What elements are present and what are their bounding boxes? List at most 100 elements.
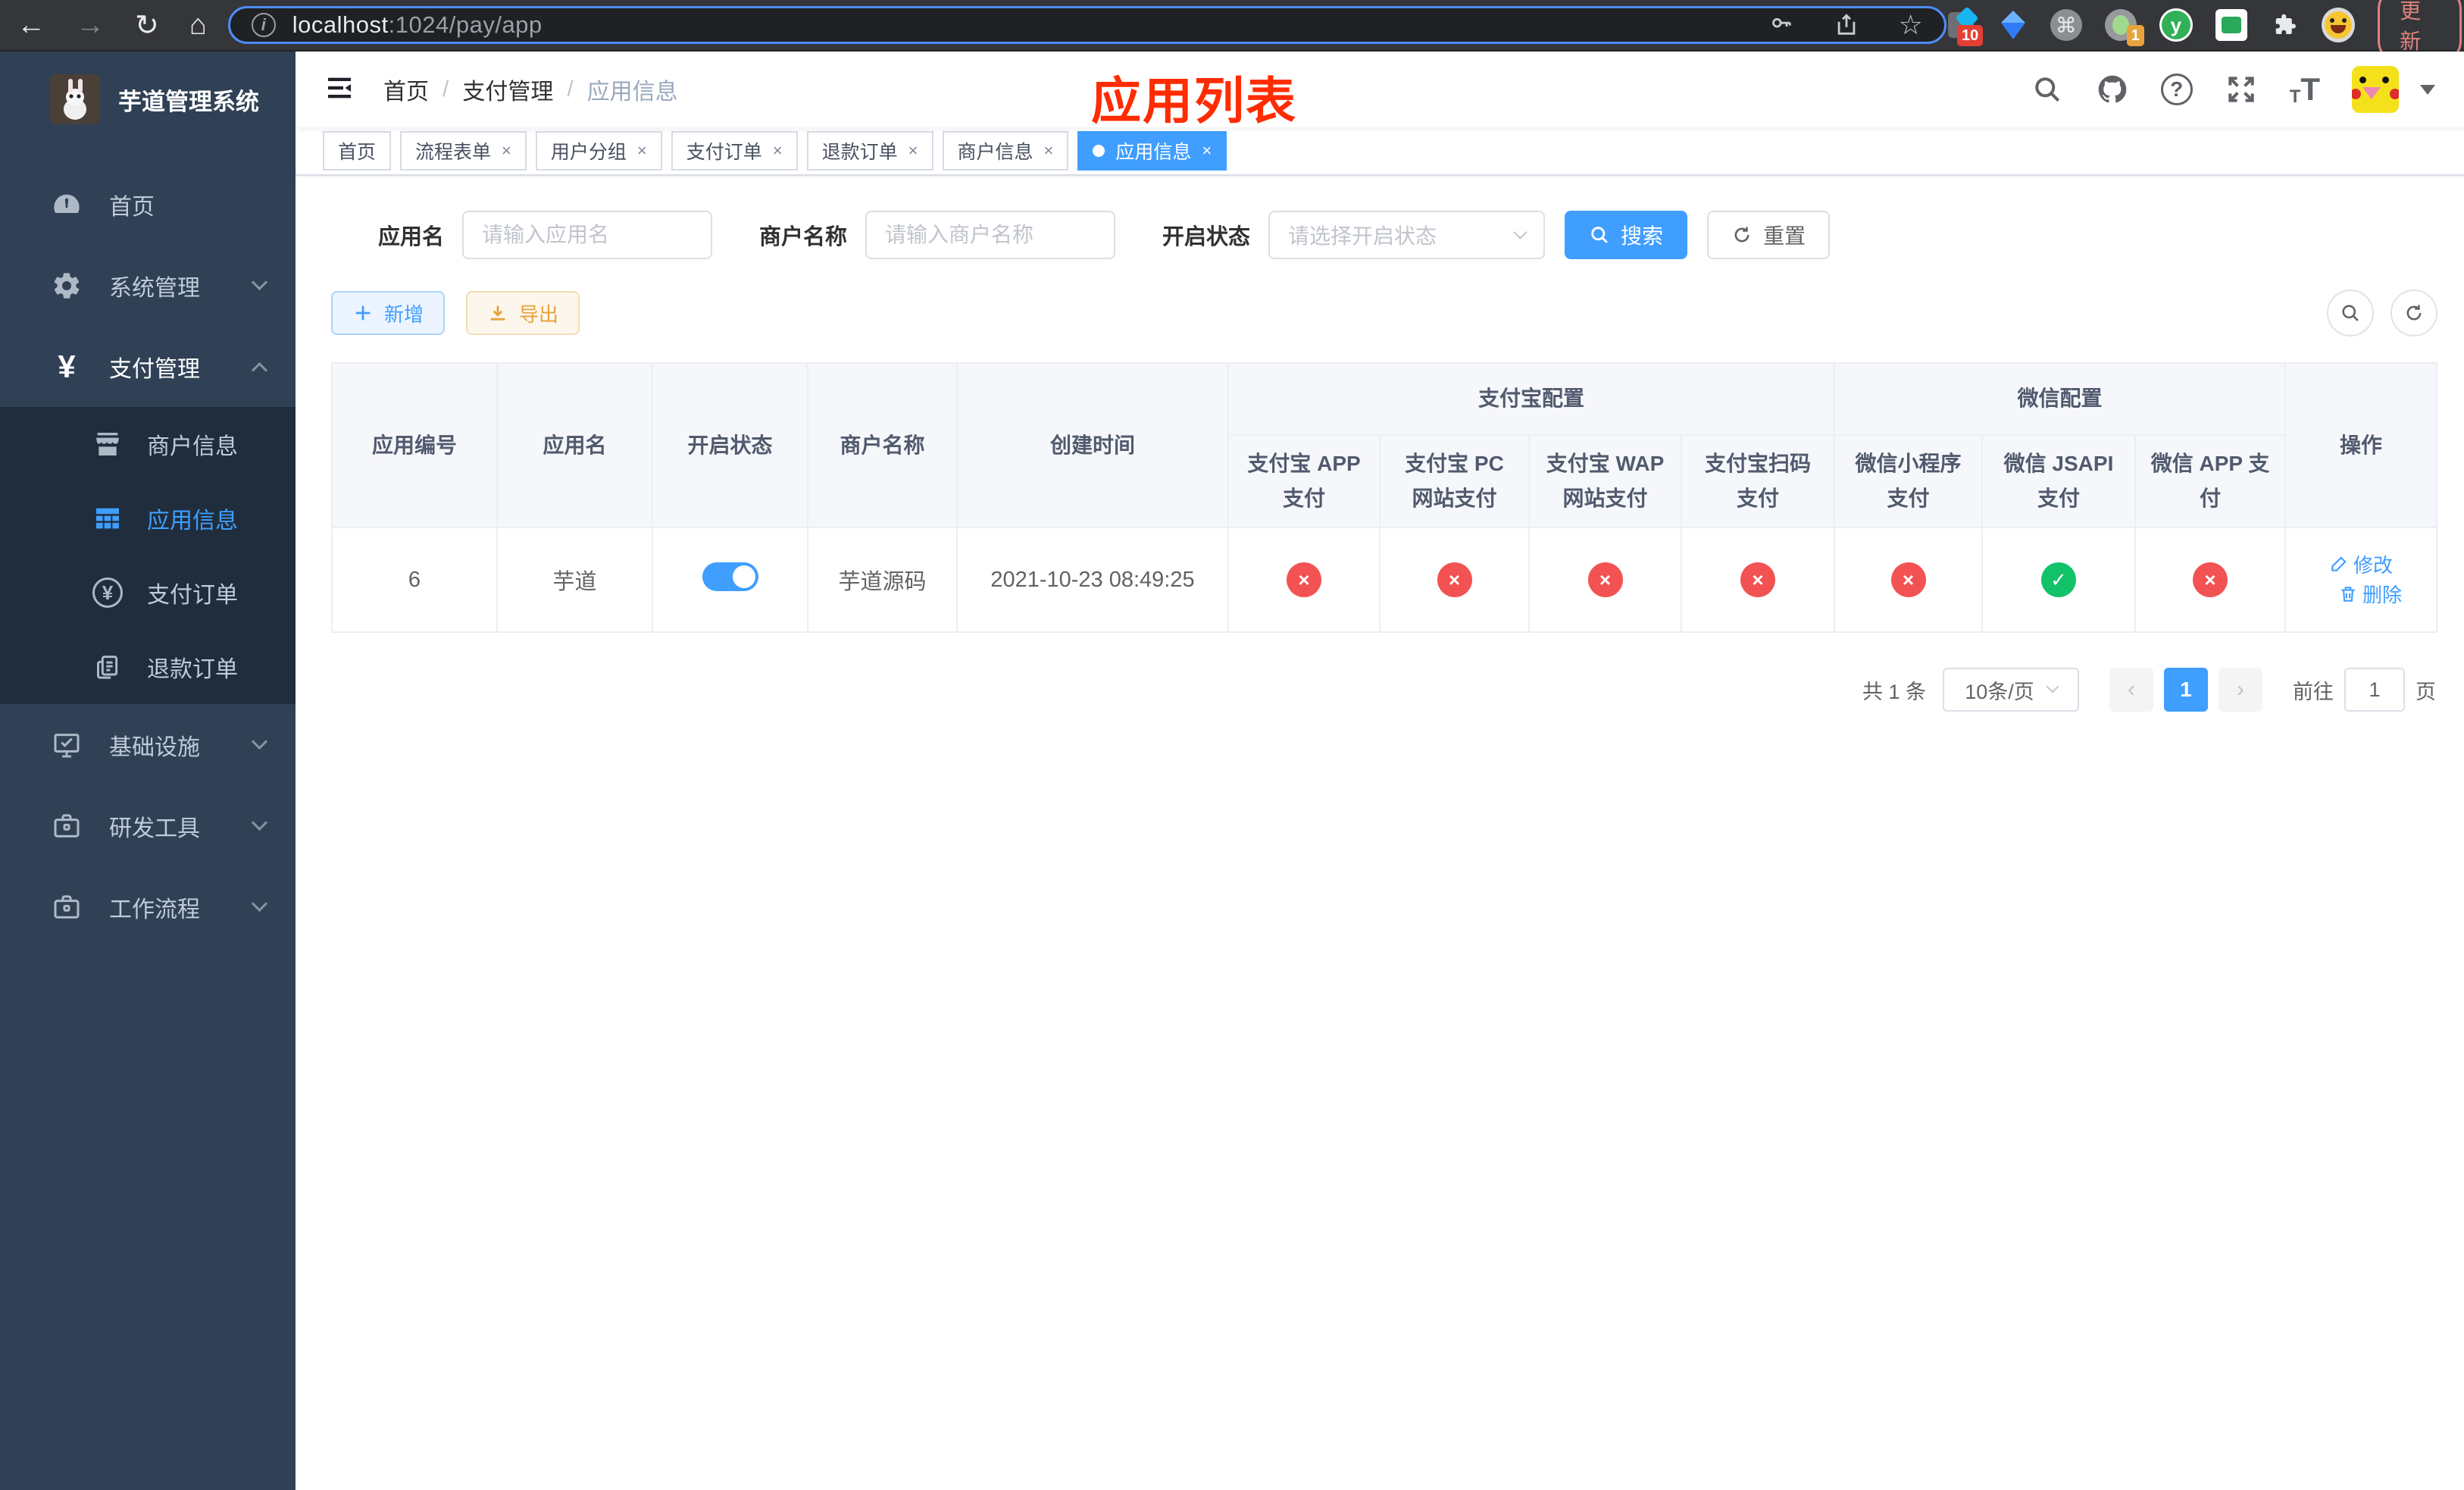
tab-home[interactable]: 首页 bbox=[323, 131, 392, 171]
sidebar-collapse-icon[interactable] bbox=[324, 73, 355, 107]
alipay-app-disabled-icon: × bbox=[1287, 562, 1321, 598]
group-header-alipay: 支付宝配置 bbox=[1227, 362, 1836, 436]
edit-link[interactable]: 修改 bbox=[2329, 550, 2393, 578]
tab-user-group[interactable]: 用户分组 × bbox=[535, 131, 662, 171]
filter-form: 应用名 商户名称 开启状态 请选择开启状态 搜索 bbox=[331, 211, 2437, 259]
close-icon[interactable]: × bbox=[502, 141, 511, 161]
cell-merchant: 芋道源码 bbox=[807, 527, 958, 634]
toggle-search-button[interactable] bbox=[2327, 290, 2375, 337]
github-icon[interactable] bbox=[2096, 73, 2129, 106]
sidebar-item-label: 研发工具 bbox=[109, 815, 200, 841]
close-icon[interactable]: × bbox=[1044, 141, 1054, 161]
tab-refund-orders[interactable]: 退款订单 × bbox=[806, 131, 933, 171]
search-icon bbox=[1591, 227, 1608, 243]
tab-payment-orders[interactable]: 支付订单 × bbox=[671, 131, 798, 171]
refresh-table-button[interactable] bbox=[2391, 290, 2438, 337]
avatar-caret-down-icon[interactable] bbox=[2420, 84, 2436, 95]
reset-button[interactable]: 重置 bbox=[1707, 211, 1831, 259]
close-icon[interactable]: × bbox=[637, 141, 647, 161]
sidebar-item-refund-orders[interactable]: 退款订单 bbox=[0, 630, 295, 704]
breadcrumb: 首页 / 支付管理 / 应用信息 bbox=[383, 73, 678, 106]
sidebar-item-label: 工作流程 bbox=[109, 897, 200, 922]
share-icon[interactable] bbox=[1834, 12, 1859, 38]
alipay-wap-disabled-icon: × bbox=[1587, 562, 1623, 598]
export-button[interactable]: 导出 bbox=[466, 291, 580, 335]
toolbox-icon bbox=[50, 811, 83, 841]
goto-page-input[interactable] bbox=[2344, 668, 2405, 712]
prev-page-button[interactable]: ‹ bbox=[2109, 668, 2153, 712]
close-icon[interactable]: × bbox=[908, 141, 918, 161]
sidebar-item-workflow[interactable]: 工作流程 bbox=[0, 866, 295, 947]
cell-app-id: 6 bbox=[331, 527, 498, 634]
sidebar-item-home[interactable]: 首页 bbox=[0, 164, 295, 245]
password-key-icon[interactable] bbox=[1768, 12, 1794, 38]
cell-created-at: 2021-10-23 08:49:25 bbox=[956, 527, 1229, 634]
table-toolbar: 新增 导出 bbox=[331, 290, 2438, 337]
alipay-pc-disabled-icon: × bbox=[1437, 562, 1472, 598]
sidebar-item-app-info[interactable]: 应用信息 bbox=[0, 481, 295, 556]
sidebar-item-dev-tools[interactable]: 研发工具 bbox=[0, 785, 295, 866]
browser-reload-icon[interactable]: ↻ bbox=[135, 8, 159, 42]
user-avatar[interactable] bbox=[2352, 66, 2400, 113]
url-bar[interactable]: i localhost:1024/pay/app ☆ bbox=[227, 6, 1946, 44]
browser-back-icon[interactable]: ← bbox=[17, 9, 45, 42]
close-icon[interactable]: × bbox=[1202, 141, 1212, 161]
page-size-select[interactable]: 10条/页 bbox=[1943, 668, 2079, 712]
app-logo-row: 芋道管理系统 bbox=[0, 52, 295, 147]
search-icon bbox=[2342, 305, 2359, 321]
search-button[interactable]: 搜索 bbox=[1565, 211, 1688, 259]
kite-extension-icon[interactable] bbox=[1998, 8, 2028, 42]
yen-icon: ¥ bbox=[58, 348, 76, 384]
next-page-button[interactable]: › bbox=[2219, 668, 2262, 712]
edit-pen-icon bbox=[2331, 556, 2347, 572]
app-logo-image bbox=[50, 74, 100, 124]
close-icon[interactable]: × bbox=[773, 141, 783, 161]
current-page-button[interactable]: 1 bbox=[2164, 668, 2208, 712]
sidebar-item-merchant-info[interactable]: 商户信息 bbox=[0, 407, 295, 481]
breadcrumb-payment[interactable]: 支付管理 bbox=[462, 73, 553, 106]
add-button[interactable]: 新增 bbox=[331, 291, 446, 335]
tab-process-form[interactable]: 流程表单 × bbox=[400, 131, 527, 171]
tampermonkey-extension-icon[interactable]: 10 bbox=[1946, 6, 1984, 46]
browser-chrome: ← → ↻ ⌂ i localhost:1024/pay/app ☆ 10 ⌘ … bbox=[0, 0, 2464, 64]
command-extension-icon[interactable]: ⌘ bbox=[2050, 8, 2082, 42]
app-name-label: 应用名 bbox=[378, 225, 445, 249]
sidebar-item-infrastructure[interactable]: 基础设施 bbox=[0, 704, 295, 785]
breadcrumb-home[interactable]: 首页 bbox=[383, 73, 429, 106]
header-search-icon[interactable] bbox=[2031, 73, 2064, 106]
bookmark-star-icon[interactable]: ☆ bbox=[1899, 9, 1923, 41]
sidebar: 芋道管理系统 首页 系统管理 ¥ 支付管理 商户信息 应用信息 ¥ 支付订单 退… bbox=[0, 52, 295, 1490]
yuque-extension-icon[interactable]: y bbox=[2159, 8, 2193, 42]
site-info-icon[interactable]: i bbox=[251, 13, 276, 37]
tab-merchant-info[interactable]: 商户信息 × bbox=[942, 131, 1069, 171]
wechat-app-disabled-icon: × bbox=[2193, 562, 2228, 598]
col-header-status: 开启状态 bbox=[652, 362, 808, 529]
merchant-name-input[interactable] bbox=[865, 211, 1116, 259]
sidebar-item-payment[interactable]: ¥ 支付管理 bbox=[0, 326, 295, 407]
chevron-down-icon bbox=[1513, 224, 1527, 239]
url-text: localhost:1024/pay/app bbox=[292, 11, 1768, 39]
app-name-input[interactable] bbox=[462, 211, 713, 259]
font-size-icon[interactable]: TT bbox=[2290, 71, 2320, 108]
download-icon bbox=[490, 305, 505, 321]
status-toggle[interactable] bbox=[702, 562, 758, 592]
chat-extension-icon[interactable] bbox=[2215, 8, 2247, 42]
browser-home-icon[interactable]: ⌂ bbox=[189, 9, 207, 42]
tab-app-info[interactable]: 应用信息 × bbox=[1077, 131, 1227, 171]
proxy-extension-icon[interactable]: 1 bbox=[2104, 8, 2144, 46]
sidebar-item-payment-orders[interactable]: ¥ 支付订单 bbox=[0, 556, 295, 630]
refresh-icon bbox=[1734, 227, 1750, 243]
status-select[interactable]: 请选择开启状态 bbox=[1268, 211, 1546, 259]
sidebar-item-system[interactable]: 系统管理 bbox=[0, 245, 295, 326]
browser-profile-avatar[interactable] bbox=[2322, 8, 2356, 42]
help-icon[interactable]: ? bbox=[2160, 74, 2193, 105]
col-header-app-name: 应用名 bbox=[496, 362, 653, 529]
fullscreen-icon[interactable] bbox=[2225, 73, 2258, 106]
extensions-puzzle-icon[interactable] bbox=[2270, 8, 2300, 42]
col-header-merchant: 商户名称 bbox=[807, 362, 958, 529]
col-header-app-id: 应用编号 bbox=[331, 362, 498, 529]
delete-link[interactable]: 删除 bbox=[2338, 580, 2402, 608]
chevron-down-icon bbox=[2046, 680, 2059, 693]
goto-suffix: 页 bbox=[2416, 680, 2436, 703]
browser-forward-icon[interactable]: → bbox=[76, 9, 105, 42]
